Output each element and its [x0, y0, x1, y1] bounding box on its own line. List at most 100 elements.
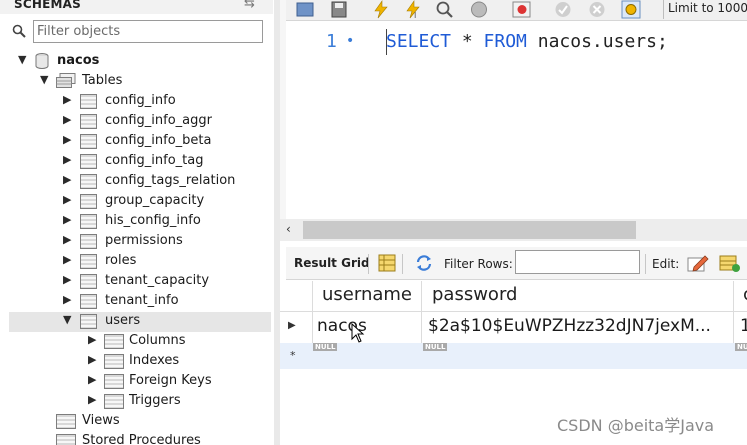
- table-item[interactable]: ▶ tenant_capacity: [0, 272, 273, 292]
- current-row-arrow-icon: ▶: [288, 320, 296, 331]
- table-item[interactable]: ▶ config_info_tag: [0, 152, 273, 172]
- folder-icon: [104, 374, 124, 389]
- tables-node[interactable]: ▼ Tables: [0, 72, 273, 92]
- save-icon[interactable]: [328, 0, 350, 19]
- table-label: config_info_beta: [105, 133, 212, 148]
- collapsed-arrow-icon[interactable]: ▶: [63, 253, 71, 266]
- keyword-from: FROM: [483, 31, 527, 52]
- collapsed-arrow-icon[interactable]: ▶: [63, 293, 71, 306]
- scrollbar-thumb[interactable]: [303, 221, 636, 239]
- table-label: roles: [105, 253, 137, 268]
- table-label: config_tags_relation: [105, 173, 236, 188]
- collapsed-arrow-icon[interactable]: ▶: [63, 233, 71, 246]
- table-item[interactable]: ▶ config_info_aggr: [0, 112, 273, 132]
- views-node[interactable]: Views: [0, 412, 273, 432]
- add-row-icon[interactable]: [719, 253, 741, 273]
- refresh-arrows-icon[interactable]: [414, 254, 434, 272]
- table-item[interactable]: ▶ roles: [0, 252, 273, 272]
- table-item[interactable]: ▶ config_info_beta: [0, 132, 273, 152]
- child-label: Columns: [129, 333, 186, 348]
- schemas-title: SCHEMAS: [14, 0, 81, 11]
- collapsed-arrow-icon[interactable]: ▶: [88, 393, 96, 406]
- stop-icon[interactable]: [468, 0, 490, 19]
- collapsed-arrow-icon[interactable]: ▶: [63, 213, 71, 226]
- users-child-triggers[interactable]: ▶ Triggers: [0, 392, 273, 412]
- separator: [368, 254, 369, 274]
- grid-layout-icon[interactable]: [378, 254, 396, 272]
- folder-icon: [104, 394, 124, 409]
- expand-arrow-icon[interactable]: ▼: [63, 313, 71, 326]
- statement-marker-icon: •: [346, 33, 355, 49]
- table-item[interactable]: ▶ his_config_info: [0, 212, 273, 232]
- views-label: Views: [82, 413, 120, 428]
- edit-label: Edit:: [652, 257, 680, 271]
- collapsed-arrow-icon[interactable]: ▶: [88, 353, 96, 366]
- explain-magnifier-icon[interactable]: [434, 0, 456, 19]
- views-folder-icon: [56, 414, 76, 429]
- expand-arrow-icon[interactable]: ▼: [40, 73, 48, 86]
- procedures-label: Stored Procedures: [82, 433, 201, 445]
- collapsed-arrow-icon[interactable]: ▶: [63, 93, 71, 106]
- table-label: users: [105, 313, 141, 328]
- child-label: Triggers: [129, 393, 181, 408]
- collapsed-arrow-icon[interactable]: ▶: [63, 173, 71, 186]
- separator: [402, 254, 403, 274]
- collapsed-arrow-icon[interactable]: ▶: [63, 273, 71, 286]
- toggle-autocommit-icon[interactable]: [511, 0, 533, 19]
- users-child-columns[interactable]: ▶ Columns: [0, 332, 273, 352]
- column-header-partial[interactable]: c: [743, 284, 747, 305]
- table-item[interactable]: ▶ config_tags_relation: [0, 172, 273, 192]
- result-grid-tab[interactable]: Result Grid: [294, 256, 370, 270]
- execute-current-icon[interactable]: I: [402, 0, 424, 19]
- collapsed-arrow-icon[interactable]: ▶: [63, 113, 71, 126]
- watermark-text: CSDN @beita学Java: [557, 416, 715, 435]
- table-item[interactable]: ▶ tenant_info: [0, 292, 273, 312]
- column-header-username[interactable]: username: [322, 284, 412, 305]
- table-item[interactable]: ▶ group_capacity: [0, 192, 273, 212]
- open-folder-icon[interactable]: [294, 0, 316, 19]
- column-header-password[interactable]: password: [432, 284, 517, 305]
- new-row-marker: *: [290, 349, 296, 362]
- commit-check-icon[interactable]: [552, 0, 574, 19]
- edit-pencil-icon[interactable]: [687, 253, 709, 273]
- folder-icon: [104, 354, 124, 369]
- mouse-cursor-icon: [351, 323, 365, 343]
- table-label: tenant_info: [105, 293, 179, 308]
- table-icon: [80, 234, 97, 249]
- scroll-left-arrow-icon[interactable]: ‹: [286, 222, 291, 236]
- limit-rows-select[interactable]: Limit to 1000 r: [663, 0, 747, 19]
- collapsed-arrow-icon[interactable]: ▶: [88, 373, 96, 386]
- collapsed-arrow-icon[interactable]: ▶: [63, 193, 71, 206]
- collapsed-arrow-icon[interactable]: ▶: [88, 333, 96, 346]
- filter-rows-label: Filter Rows:: [444, 257, 513, 271]
- child-label: Indexes: [129, 353, 180, 368]
- table-icon: [80, 154, 97, 169]
- sql-statement[interactable]: SELECT * FROM nacos.users;: [386, 31, 668, 52]
- table-item[interactable]: ▶ permissions: [0, 232, 273, 252]
- filter-rows-input[interactable]: [515, 250, 640, 274]
- users-child-foreign-keys[interactable]: ▶ Foreign Keys: [0, 372, 273, 392]
- schema-navigator: SCHEMAS ⇆ ▼ nacos ▼ Tables ▶ config_info…: [0, 0, 273, 445]
- table-icon: [80, 254, 97, 269]
- stop-on-error-icon[interactable]: [620, 0, 642, 19]
- collapsed-arrow-icon[interactable]: ▶: [63, 133, 71, 146]
- rollback-x-icon[interactable]: [586, 0, 608, 19]
- cell-partial[interactable]: 1: [740, 316, 747, 336]
- keyword-select: SELECT: [386, 31, 452, 52]
- stored-procedures-node[interactable]: Stored Procedures: [0, 432, 273, 445]
- cell-password[interactable]: $2a$10$EuWPZHzz32dJN7jexM...: [428, 316, 711, 336]
- filter-objects-input[interactable]: [37, 22, 257, 41]
- table-item-users-selected[interactable]: ▼ users: [9, 312, 271, 332]
- table-item[interactable]: ▶ config_info: [0, 92, 273, 112]
- users-child-indexes[interactable]: ▶ Indexes: [0, 352, 273, 372]
- procedures-folder-icon: [56, 434, 76, 445]
- refresh-icon[interactable]: ⇆: [244, 0, 255, 11]
- execute-lightning-icon[interactable]: [370, 0, 392, 19]
- collapsed-arrow-icon[interactable]: ▶: [63, 153, 71, 166]
- table-icon: [80, 174, 97, 189]
- table-label: config_info_tag: [105, 153, 204, 168]
- table-icon: [80, 314, 97, 329]
- schema-node-nacos[interactable]: ▼ nacos: [0, 52, 273, 72]
- expand-arrow-icon[interactable]: ▼: [18, 53, 26, 66]
- new-row[interactable]: [280, 343, 747, 369]
